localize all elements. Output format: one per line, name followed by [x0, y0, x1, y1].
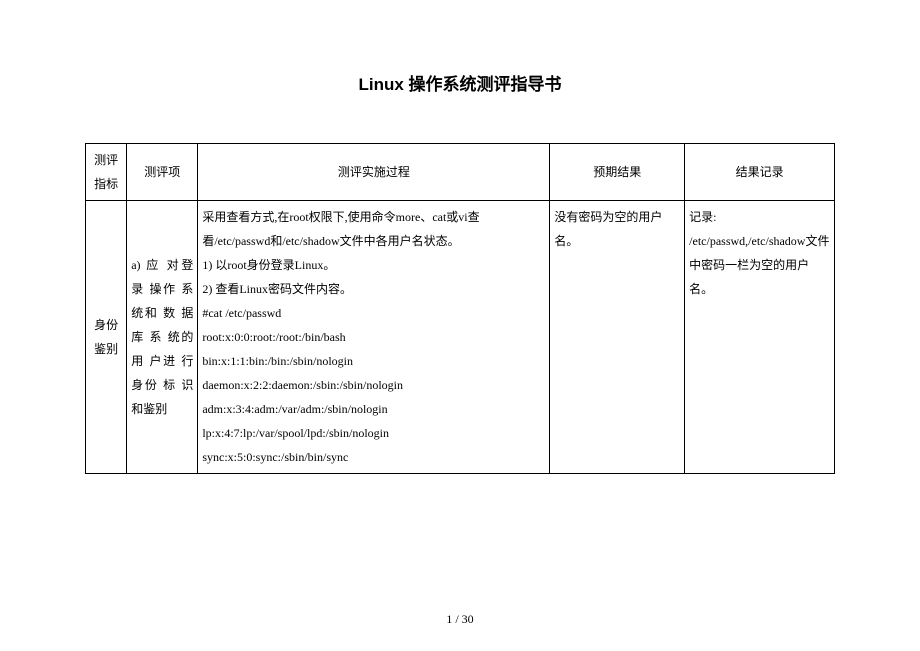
- table-header-row: 测评指标 测评项 测评实施过程 预期结果 结果记录: [86, 144, 835, 201]
- header-indicator: 测评指标: [86, 144, 127, 201]
- document-page: Linux 操作系统测评指导书 测评指标 测评项 测评实施过程 预期结果 结果记…: [0, 0, 920, 651]
- cell-expected: 没有密码为空的用户名。: [550, 201, 685, 474]
- table-row: 身份鉴别 a) 应 对登 录 操作 系 统和 数 据库 系 统的 用 户进 行 …: [86, 201, 835, 474]
- cell-item: a) 应 对登 录 操作 系 统和 数 据库 系 统的 用 户进 行 身份 标 …: [127, 201, 198, 474]
- document-title: Linux 操作系统测评指导书: [85, 70, 835, 95]
- header-process: 测评实施过程: [198, 144, 550, 201]
- header-expected: 预期结果: [550, 144, 685, 201]
- header-item: 测评项: [127, 144, 198, 201]
- cell-record: 记录: /etc/passwd,/etc/shadow文件中密码一栏为空的用户名…: [685, 201, 835, 474]
- cell-process: 采用查看方式,在root权限下,使用命令more、cat或vi查看/etc/pa…: [198, 201, 550, 474]
- page-footer: 1 / 30: [0, 612, 920, 627]
- cell-indicator: 身份鉴别: [86, 201, 127, 474]
- header-record: 结果记录: [685, 144, 835, 201]
- assessment-table: 测评指标 测评项 测评实施过程 预期结果 结果记录 身份鉴别 a) 应 对登 录…: [85, 143, 835, 474]
